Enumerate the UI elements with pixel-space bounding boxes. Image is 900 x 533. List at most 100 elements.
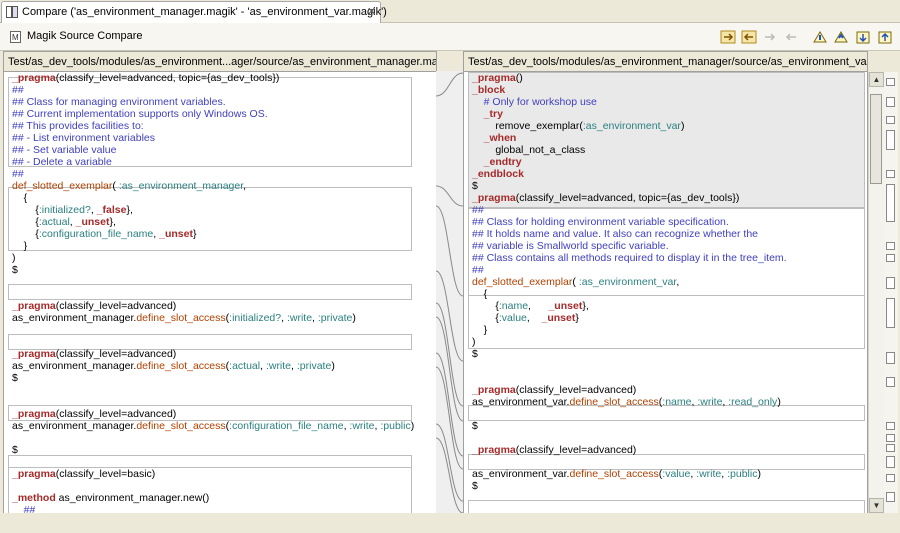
code-line[interactable]: { [464,288,488,300]
next-difference-icon[interactable] [812,29,828,45]
code-line[interactable]: $ [4,372,18,384]
diff-overview-ruler[interactable] [884,72,898,513]
right-source-pane[interactable]: Test/as_dev_tools/modules/as_environment… [463,51,868,515]
compare-editor-tab[interactable]: Compare ('as_environment_manager.magik' … [1,1,387,23]
code-line[interactable]: ## [464,204,484,216]
code-line[interactable]: {:actual, _unset}, [4,216,116,228]
code-line[interactable]: ## - Set variable value [4,144,116,156]
code-line[interactable]: _pragma(classify_level=advanced) [464,444,636,456]
copy-left-to-right-icon[interactable] [720,29,736,45]
overview-marker[interactable] [886,170,895,178]
code-line[interactable]: _try [464,108,503,120]
code-line[interactable]: $ [464,348,478,360]
code-line[interactable]: $ [464,420,478,432]
code-line[interactable] [464,492,472,504]
overview-marker[interactable] [886,444,895,452]
overview-marker[interactable] [886,298,895,328]
code-line[interactable]: ## variable is Smallworld specific varia… [464,240,669,252]
code-line[interactable]: ) [4,252,16,264]
code-line[interactable]: } [4,240,28,252]
overview-marker[interactable] [886,456,895,468]
left-source-pane[interactable]: Test/as_dev_tools/modules/as_environment… [3,51,437,515]
code-line[interactable] [464,432,472,444]
code-line[interactable]: $ [464,180,478,192]
scroll-up-arrow-icon[interactable]: ▲ [869,72,884,87]
code-line[interactable] [4,324,12,336]
code-line[interactable]: as_environment_var.define_slot_access(:n… [464,396,781,408]
code-line[interactable]: _pragma(classify_level=advanced) [4,348,176,360]
code-line[interactable]: ## This provides facilities to: [4,120,144,132]
code-line[interactable]: _block [464,84,505,96]
overview-marker[interactable] [886,474,895,482]
overview-marker[interactable] [886,377,895,387]
code-line[interactable]: ## [4,168,24,180]
overview-marker[interactable] [886,254,895,262]
code-line[interactable]: as_environment_var.define_slot_access(:v… [464,468,761,480]
previous-change-icon[interactable] [877,29,893,45]
overview-marker[interactable] [886,78,895,86]
code-line[interactable]: as_environment_manager.define_slot_acces… [4,312,356,324]
scroll-down-arrow-icon[interactable]: ▼ [869,498,884,513]
overview-marker[interactable] [886,434,895,442]
code-line[interactable]: { [4,192,28,204]
vertical-scrollbar[interactable]: ▲ ▼ [868,72,884,513]
code-line[interactable]: ## Class for holding environment variabl… [464,216,729,228]
code-line[interactable]: ## - List environment variables [4,132,155,144]
code-line[interactable]: _when [464,132,517,144]
overview-marker[interactable] [886,492,895,502]
overview-marker[interactable] [886,352,895,364]
code-line[interactable]: ## - Delete a variable [4,156,112,168]
horizontal-scrollbar[interactable] [3,513,883,527]
code-line[interactable]: _endblock [464,168,524,180]
code-line[interactable] [4,456,12,468]
code-line[interactable]: $ [464,480,478,492]
code-line[interactable]: _pragma(classify_level=advanced, topic={… [4,72,279,84]
code-line[interactable]: ## Class contains all methods required t… [464,252,787,264]
copy-left-disabled-icon[interactable] [783,29,799,45]
code-line[interactable]: as_environment_manager.define_slot_acces… [4,360,335,372]
code-line[interactable]: ## [4,84,24,96]
code-line[interactable]: _pragma(classify_level=advanced) [4,300,176,312]
code-line[interactable]: _pragma(classify_level=advanced, topic={… [464,192,739,204]
scroll-thumb[interactable] [870,94,882,184]
close-icon[interactable]: ✕ [367,5,376,18]
code-line[interactable]: ## [464,264,484,276]
code-line[interactable]: remove_exemplar(:as_environment_var) [464,120,684,132]
code-line[interactable]: _endtry [464,156,522,168]
overview-marker[interactable] [886,184,895,222]
code-line[interactable] [464,372,472,384]
code-line[interactable]: _pragma() [464,72,523,84]
copy-all-left-icon[interactable] [741,29,757,45]
code-line[interactable]: {:name, _unset}, [464,300,588,312]
code-line[interactable]: {:value, _unset} [464,312,579,324]
code-line[interactable]: _pragma(classify_level=basic) [4,468,155,480]
code-line[interactable] [4,276,12,288]
code-line[interactable]: ) [464,336,476,348]
overview-marker[interactable] [886,422,895,430]
code-line[interactable]: # Only for workshop use [464,96,597,108]
code-line[interactable]: _pragma(classify_level=advanced) [464,384,636,396]
code-line[interactable] [4,396,12,408]
overview-marker[interactable] [886,242,895,250]
code-line[interactable]: ## It holds name and value. It also can … [464,228,758,240]
code-line[interactable]: global_not_a_class [464,144,585,156]
code-line[interactable]: {:initialized?, _false}, [4,204,133,216]
code-line[interactable]: def_slotted_exemplar( :as_environment_ma… [4,180,246,192]
overview-marker[interactable] [886,97,895,107]
previous-difference-icon[interactable] [833,29,849,45]
overview-marker[interactable] [886,277,895,289]
code-line[interactable]: as_environment_manager.define_slot_acces… [4,420,414,432]
next-change-icon[interactable] [855,29,871,45]
code-line[interactable]: ## Class for managing environment variab… [4,96,226,108]
code-line[interactable]: _method as_environment_manager.new() [4,492,209,504]
code-line[interactable]: _pragma(classify_level=advanced) [4,408,176,420]
overview-marker[interactable] [886,130,895,150]
overview-marker[interactable] [886,116,895,124]
code-line[interactable]: $ [4,264,18,276]
code-line[interactable]: ## Current implementation supports only … [4,108,268,120]
code-line[interactable]: {:configuration_file_name, _unset} [4,228,196,240]
code-line[interactable]: } [464,324,488,336]
code-line[interactable]: $ [4,444,18,456]
copy-right-disabled-icon[interactable] [762,29,778,45]
code-line[interactable]: def_slotted_exemplar( :as_environment_va… [464,276,679,288]
